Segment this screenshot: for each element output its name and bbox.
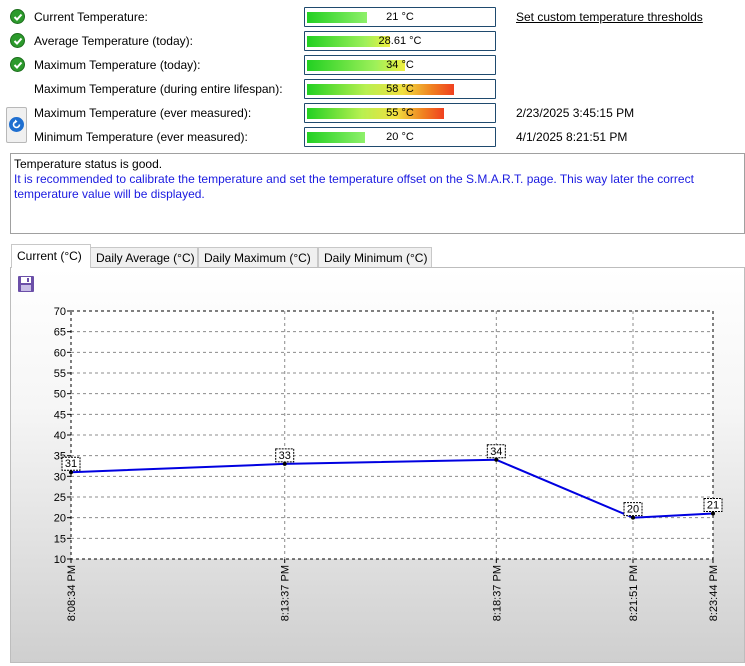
temperature-label: Current Temperature: [34, 10, 148, 24]
temperature-value: 20 °C [386, 131, 414, 143]
check-icon [10, 33, 25, 48]
data-point [631, 515, 636, 520]
check-icon [10, 57, 25, 72]
y-tick-label: 65 [54, 327, 66, 339]
temperature-label: Maximum Temperature (today): [34, 58, 201, 72]
data-label: 34 [490, 446, 502, 458]
temperature-row: Minimum Temperature (ever measured): 20 °… [0, 126, 745, 148]
temperature-value: 28.61 °C [378, 35, 422, 47]
reset-icon [9, 117, 24, 132]
temperature-level-bar: 55 °C [304, 103, 496, 123]
chart-panel: 10 15 20 25 30 35 40 45 50 55 60 65 70 8:08:34 PM 8:13… [10, 267, 745, 663]
calibration-tip: It is recommended to calibrate the tempe… [14, 172, 694, 201]
check-icon [10, 9, 25, 24]
set-thresholds-link[interactable]: Set custom temperature thresholds [516, 10, 703, 24]
tab-daily-average[interactable]: Daily Average (°C) [90, 247, 198, 267]
y-tick-label: 70 [54, 306, 66, 318]
status-message-box: Temperature status is good. It is recomm… [10, 153, 745, 234]
temperature-level-bar: 20 °C [304, 127, 496, 147]
data-label: 21 [707, 500, 719, 512]
data-label: 20 [627, 504, 639, 516]
x-tick-label: 8:18:37 PM [491, 565, 503, 621]
temperature-value: 21 °C [386, 11, 414, 23]
y-tick-label: 45 [54, 409, 66, 421]
temperature-value: 55 °C [386, 107, 414, 119]
x-tick-label: 8:21:51 PM [628, 565, 640, 621]
temperature-level-bar: 58 °C [304, 79, 496, 99]
y-tick-label: 30 [54, 471, 66, 483]
temperature-label: Maximum Temperature (ever measured): [34, 106, 252, 120]
y-tick-label: 25 [54, 492, 66, 504]
temperature-label: Average Temperature (today): [34, 34, 193, 48]
temperature-label: Maximum Temperature (during entire lifes… [34, 82, 283, 96]
data-label: 33 [279, 450, 291, 462]
x-tick-label: 8:23:44 PM [708, 565, 720, 621]
tab-current[interactable]: Current (°C) [11, 244, 91, 268]
temperature-line-chart: 101520253035404550556065708:08:34 PM 8:13… [54, 306, 723, 621]
data-point [282, 461, 287, 466]
measured-timestamp: 2/23/2025 3:45:15 PM [516, 106, 635, 120]
y-tick-label: 60 [54, 347, 66, 359]
y-tick-label: 50 [54, 389, 66, 401]
x-tick-label: 8:08:34 PM [66, 565, 78, 621]
data-point [69, 470, 73, 475]
y-tick-label: 55 [54, 368, 66, 380]
data-label: 31 [65, 458, 77, 470]
temperature-row: Maximum Temperature (today): 34 °C [0, 54, 745, 76]
y-tick-label: 20 [54, 513, 66, 525]
temperature-level-bar: 21 °C [304, 7, 496, 27]
reset-button[interactable] [6, 107, 27, 143]
temperature-value: 34 °C [386, 59, 414, 71]
y-tick-label: 40 [54, 430, 66, 442]
temperature-row: Current Temperature: 21 °C Set custom temp… [0, 6, 745, 28]
temperature-level-bar: 28.61 °C [304, 31, 496, 51]
x-tick-label: 8:13:37 PM [280, 565, 292, 621]
status-text: Temperature status is good. [14, 157, 163, 171]
temperature-label: Minimum Temperature (ever measured): [34, 130, 248, 144]
y-tick-label: 15 [54, 533, 66, 545]
data-point [494, 457, 499, 462]
data-point [711, 511, 715, 516]
tab-daily-minimum[interactable]: Daily Minimum (°C) [318, 247, 432, 267]
temperature-row: Average Temperature (today): 28.61 °C [0, 30, 745, 52]
temperature-row: Maximum Temperature (ever measured): 55 °… [0, 102, 745, 124]
measured-timestamp: 4/1/2025 8:21:51 PM [516, 130, 628, 144]
temperature-row: Maximum Temperature (during entire lifes… [0, 78, 745, 100]
tab-daily-maximum[interactable]: Daily Maximum (°C) [198, 247, 318, 267]
temperature-value: 58 °C [386, 83, 414, 95]
y-tick-label: 10 [54, 554, 66, 566]
temperature-level-bar: 34 °C [304, 55, 496, 75]
